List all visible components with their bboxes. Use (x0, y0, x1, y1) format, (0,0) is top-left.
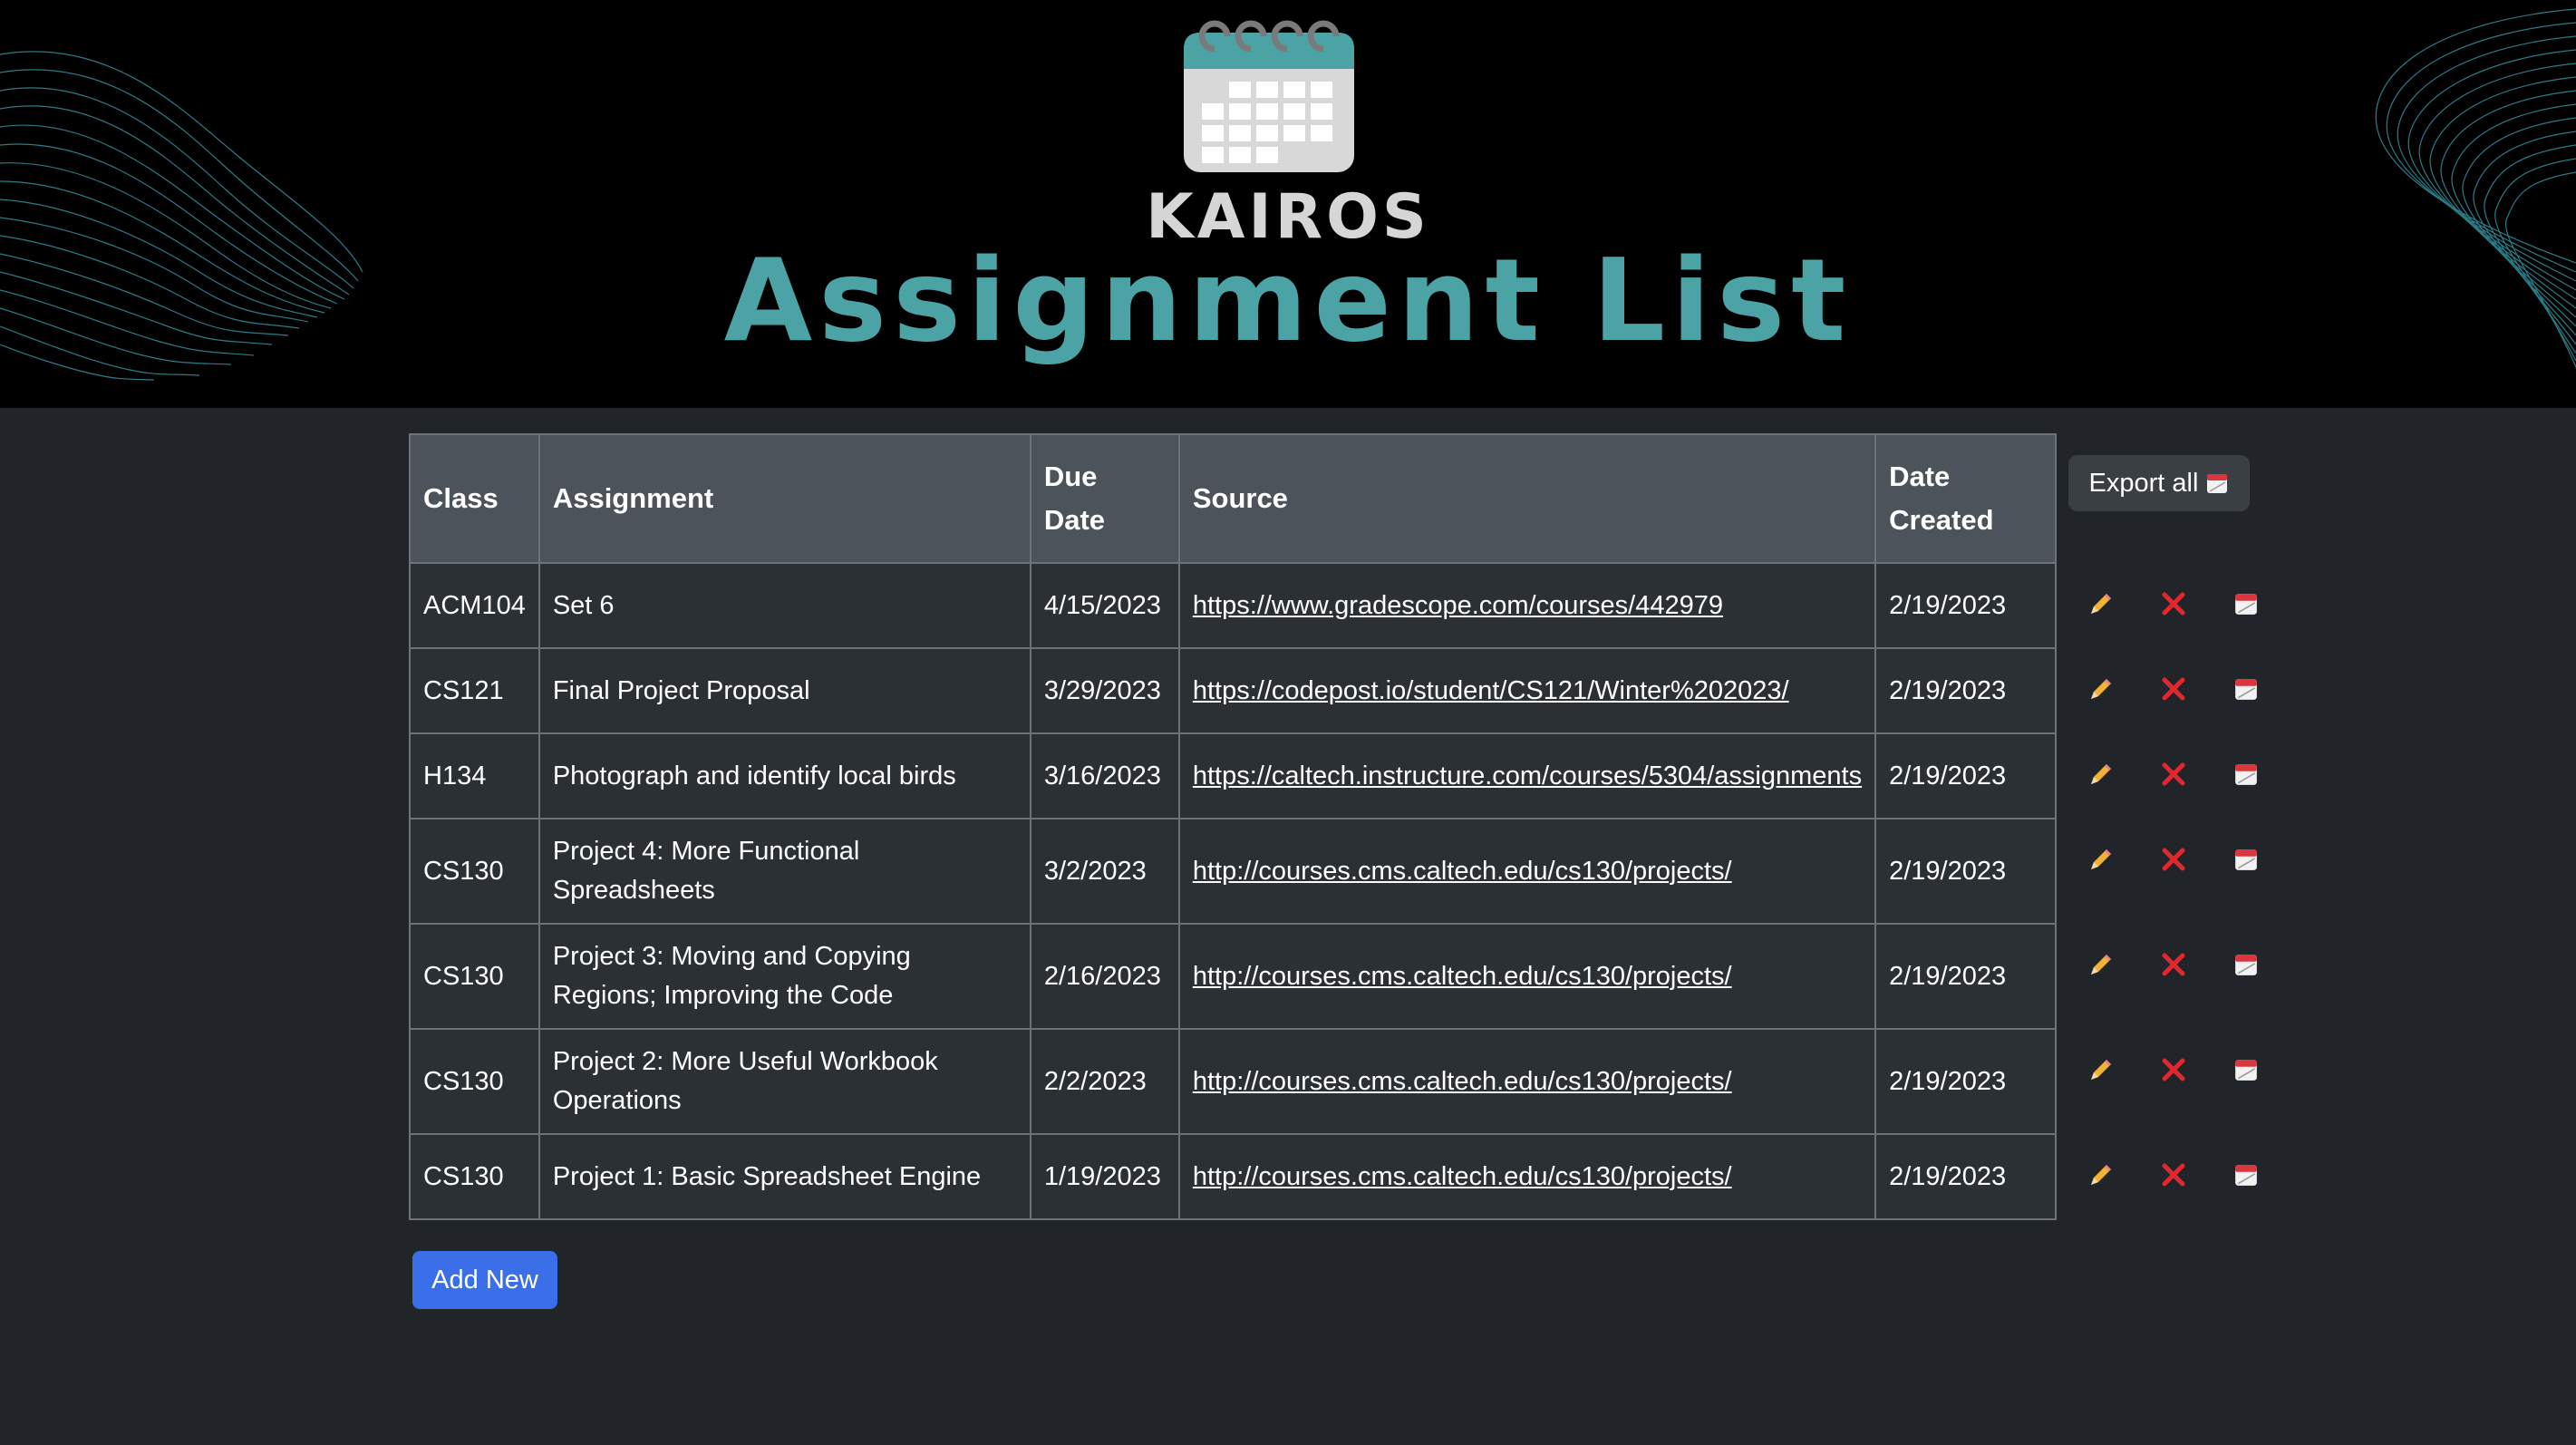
delete-x-icon[interactable] (2159, 674, 2188, 703)
row-actions (2076, 1043, 2257, 1097)
header-source[interactable]: Source (1177, 433, 1877, 564)
cell-date-created: 2/19/2023 (1874, 1028, 2058, 1135)
delete-x-icon[interactable] (2159, 1055, 2188, 1084)
calendar-icon[interactable] (2232, 674, 2261, 703)
cell-class: CS130 (409, 1028, 540, 1135)
cell-source: http://courses.cms.caltech.edu/cs130/pro… (1177, 818, 1877, 925)
row-actions (2076, 662, 2257, 716)
cell-source: http://courses.cms.caltech.edu/cs130/pro… (1177, 923, 1877, 1030)
row-actions (2076, 937, 2257, 992)
cell-due-date: 1/19/2023 (1029, 1133, 1180, 1220)
table-row: CS130 Project 3: Moving and Copying Regi… (409, 923, 2058, 1030)
assignment-table: Class Assignment Due Date Source Date Cr… (409, 433, 2058, 1220)
edit-pencil-icon[interactable] (2087, 760, 2116, 789)
cell-assignment: Photograph and identify local birds (537, 732, 1031, 819)
cell-due-date: 4/15/2023 (1029, 562, 1180, 649)
edit-pencil-icon[interactable] (2087, 1160, 2116, 1189)
page-title: Assignment List (723, 234, 1853, 367)
cell-assignment: Project 1: Basic Spreadsheet Engine (537, 1133, 1031, 1220)
source-link[interactable]: https://codepost.io/student/CS121/Winter… (1193, 676, 1789, 705)
cell-date-created: 2/19/2023 (1874, 1133, 2058, 1220)
cell-class: CS121 (409, 647, 540, 734)
edit-pencil-icon[interactable] (2087, 1055, 2116, 1084)
table-row: CS130 Project 2: More Useful Workbook Op… (409, 1028, 2058, 1135)
cell-date-created: 2/19/2023 (1874, 732, 2058, 819)
row-actions (2076, 577, 2257, 631)
header-date-created[interactable]: Date Created (1874, 433, 2058, 564)
table-row: CS130 Project 1: Basic Spreadsheet Engin… (409, 1133, 2058, 1220)
add-new-button[interactable]: Add New (412, 1251, 557, 1309)
edit-pencil-icon[interactable] (2087, 950, 2116, 979)
cell-source: https://caltech.instructure.com/courses/… (1177, 732, 1877, 819)
cell-source: https://www.gradescope.com/courses/44297… (1177, 562, 1877, 649)
calendar-icon[interactable] (2232, 589, 2261, 618)
calendar-icon[interactable] (2232, 845, 2261, 874)
edit-pencil-icon[interactable] (2087, 674, 2116, 703)
source-link[interactable]: http://courses.cms.caltech.edu/cs130/pro… (1193, 1067, 1732, 1096)
cell-assignment: Project 3: Moving and Copying Regions; I… (537, 923, 1031, 1030)
delete-x-icon[interactable] (2159, 1160, 2188, 1189)
edit-pencil-icon[interactable] (2087, 589, 2116, 618)
cell-date-created: 2/19/2023 (1874, 562, 2058, 649)
cell-due-date: 3/2/2023 (1029, 818, 1180, 925)
cell-source: http://courses.cms.caltech.edu/cs130/pro… (1177, 1028, 1877, 1135)
delete-x-icon[interactable] (2159, 845, 2188, 874)
source-link[interactable]: http://courses.cms.caltech.edu/cs130/pro… (1193, 1162, 1732, 1191)
row-actions (2076, 832, 2257, 887)
cell-class: CS130 (409, 923, 540, 1030)
cell-assignment: Project 2: More Useful Workbook Operatio… (537, 1028, 1031, 1135)
cell-due-date: 2/2/2023 (1029, 1028, 1180, 1135)
cell-due-date: 3/29/2023 (1029, 647, 1180, 734)
table-row: CS121 Final Project Proposal 3/29/2023 h… (409, 647, 2058, 734)
header-banner: KAIROS Assignment List (0, 0, 2576, 408)
calendar-icon[interactable] (2232, 950, 2261, 979)
cell-class: ACM104 (409, 562, 540, 649)
source-link[interactable]: http://courses.cms.caltech.edu/cs130/pro… (1193, 857, 1732, 886)
cell-assignment: Set 6 (537, 562, 1031, 649)
table-row: CS130 Project 4: More Functional Spreads… (409, 818, 2058, 925)
calendar-icon (2207, 474, 2228, 493)
cell-class: CS130 (409, 1133, 540, 1220)
cell-class: CS130 (409, 818, 540, 925)
export-all-button[interactable]: Export all (2068, 455, 2250, 511)
cell-due-date: 3/16/2023 (1029, 732, 1180, 819)
calendar-logo-icon (1184, 20, 1354, 172)
calendar-icon[interactable] (2232, 1055, 2261, 1084)
source-link[interactable]: http://courses.cms.caltech.edu/cs130/pro… (1193, 962, 1732, 991)
table-row: H134 Photograph and identify local birds… (409, 732, 2058, 819)
row-actions (2076, 747, 2257, 801)
delete-x-icon[interactable] (2159, 760, 2188, 789)
header-class[interactable]: Class (409, 433, 540, 564)
cell-date-created: 2/19/2023 (1874, 647, 2058, 734)
calendar-icon[interactable] (2232, 760, 2261, 789)
table-header-row: Class Assignment Due Date Source Date Cr… (409, 433, 2058, 564)
header-assignment[interactable]: Assignment (537, 433, 1031, 564)
cell-source: https://codepost.io/student/CS121/Winter… (1177, 647, 1877, 734)
source-link[interactable]: https://caltech.instructure.com/courses/… (1193, 761, 1862, 790)
cell-date-created: 2/19/2023 (1874, 818, 2058, 925)
export-all-label: Export all (2088, 468, 2199, 498)
source-link[interactable]: https://www.gradescope.com/courses/44297… (1193, 591, 1723, 620)
edit-pencil-icon[interactable] (2087, 845, 2116, 874)
calendar-icon[interactable] (2232, 1160, 2261, 1189)
row-actions (2076, 1148, 2257, 1202)
cell-source: http://courses.cms.caltech.edu/cs130/pro… (1177, 1133, 1877, 1220)
cell-assignment: Final Project Proposal (537, 647, 1031, 734)
header-due-date[interactable]: Due Date (1029, 433, 1180, 564)
cell-date-created: 2/19/2023 (1874, 923, 2058, 1030)
assignment-table-container: Class Assignment Due Date Source Date Cr… (409, 433, 2058, 1220)
table-row: ACM104 Set 6 4/15/2023 https://www.grade… (409, 562, 2058, 649)
table-header: Class Assignment Due Date Source Date Cr… (409, 433, 2058, 564)
delete-x-icon[interactable] (2159, 589, 2188, 618)
cell-class: H134 (409, 732, 540, 819)
cell-assignment: Project 4: More Functional Spreadsheets (537, 818, 1031, 925)
cell-due-date: 2/16/2023 (1029, 923, 1180, 1030)
delete-x-icon[interactable] (2159, 950, 2188, 979)
table-body: ACM104 Set 6 4/15/2023 https://www.grade… (409, 562, 2058, 1220)
